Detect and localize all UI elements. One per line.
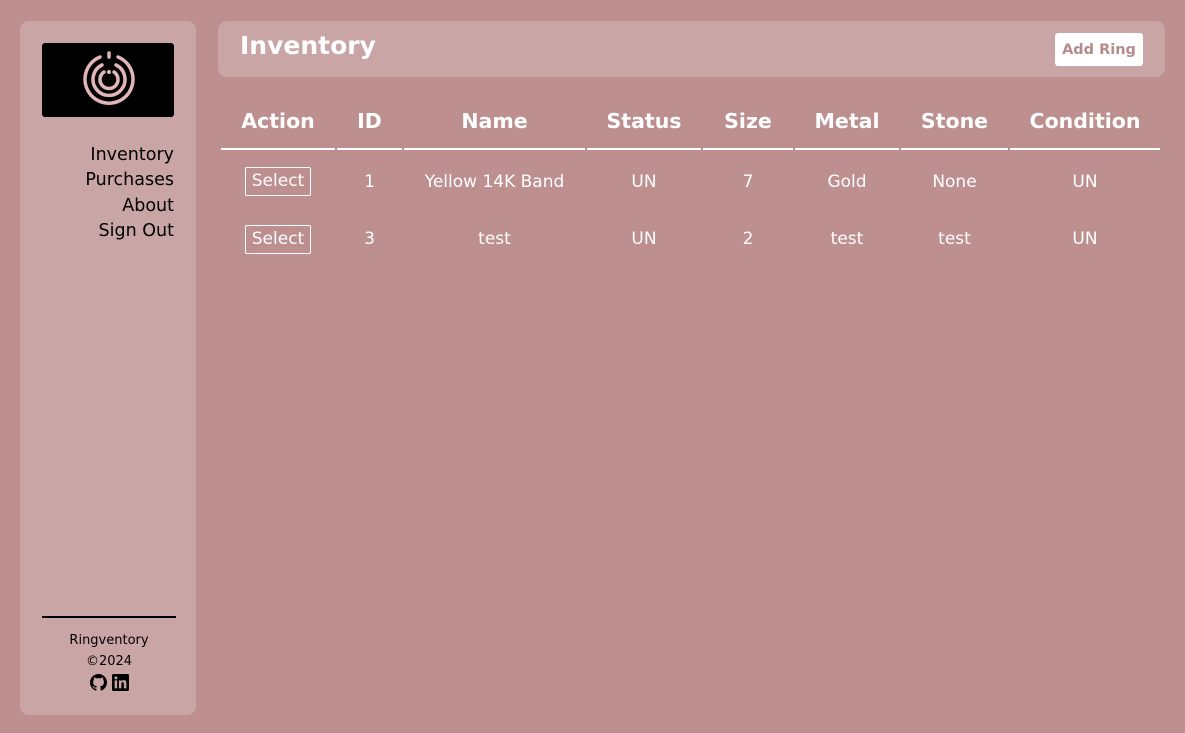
cell-stone: test <box>938 229 971 249</box>
cell-stone: None <box>932 171 977 192</box>
ring-logo-icon <box>83 51 135 105</box>
column-header-action: Action <box>221 93 335 150</box>
page-header: Inventory Add Ring <box>218 21 1165 77</box>
cell-size: 2 <box>742 229 754 249</box>
cell-condition: UN <box>1072 229 1098 249</box>
column-header-name: Name <box>404 93 585 150</box>
add-ring-button[interactable]: Add Ring <box>1055 33 1143 66</box>
column-header-size: Size <box>703 93 793 150</box>
cell-status: UN <box>631 229 657 249</box>
column-header-stone: Stone <box>901 93 1008 150</box>
app-logo[interactable] <box>42 43 174 117</box>
linkedin-icon[interactable] <box>111 674 129 691</box>
sidebar-nav: Inventory Purchases About Sign Out <box>85 143 174 244</box>
cell-id: 3 <box>364 229 375 249</box>
table-row: Select 3 test UN 2 test test UN <box>221 211 1160 267</box>
table-row: Select 1 Yellow 14K Band UN 7 Gold None … <box>221 150 1160 211</box>
cell-action: Select <box>221 211 335 267</box>
footer-brand: Ringventory <box>69 633 149 648</box>
cell-condition: UN <box>1072 171 1098 192</box>
cell-metal: Gold <box>827 171 867 192</box>
social-links <box>42 674 176 691</box>
column-header-metal: Metal <box>795 93 899 150</box>
sidebar: Inventory Purchases About Sign Out Ringv… <box>20 21 196 715</box>
sidebar-footer: Ringventory ©2024 <box>42 616 176 691</box>
github-icon[interactable] <box>89 674 107 691</box>
nav-about[interactable]: About <box>85 194 174 219</box>
nav-purchases[interactable]: Purchases <box>85 168 174 193</box>
column-header-status: Status <box>587 93 701 150</box>
select-button[interactable]: Select <box>244 167 312 196</box>
page-title: Inventory <box>240 31 376 60</box>
cell-status: UN <box>631 171 657 192</box>
inventory-table: Action ID Name Status Size Metal Stone C… <box>219 93 1162 267</box>
select-button[interactable]: Select <box>244 224 312 254</box>
column-header-condition: Condition <box>1010 93 1160 150</box>
table-header-row: Action ID Name Status Size Metal Stone C… <box>221 93 1160 150</box>
cell-name: test <box>478 229 511 249</box>
column-header-id: ID <box>337 93 402 150</box>
cell-id: 1 <box>364 171 375 192</box>
footer-copyright: ©2024 <box>85 654 133 669</box>
cell-metal: test <box>830 229 864 249</box>
cell-name: Yellow 14K Band <box>424 171 565 192</box>
nav-inventory[interactable]: Inventory <box>85 143 174 168</box>
cell-action: Select <box>221 150 335 211</box>
nav-sign-out[interactable]: Sign Out <box>85 219 174 244</box>
cell-size: 7 <box>742 171 754 192</box>
